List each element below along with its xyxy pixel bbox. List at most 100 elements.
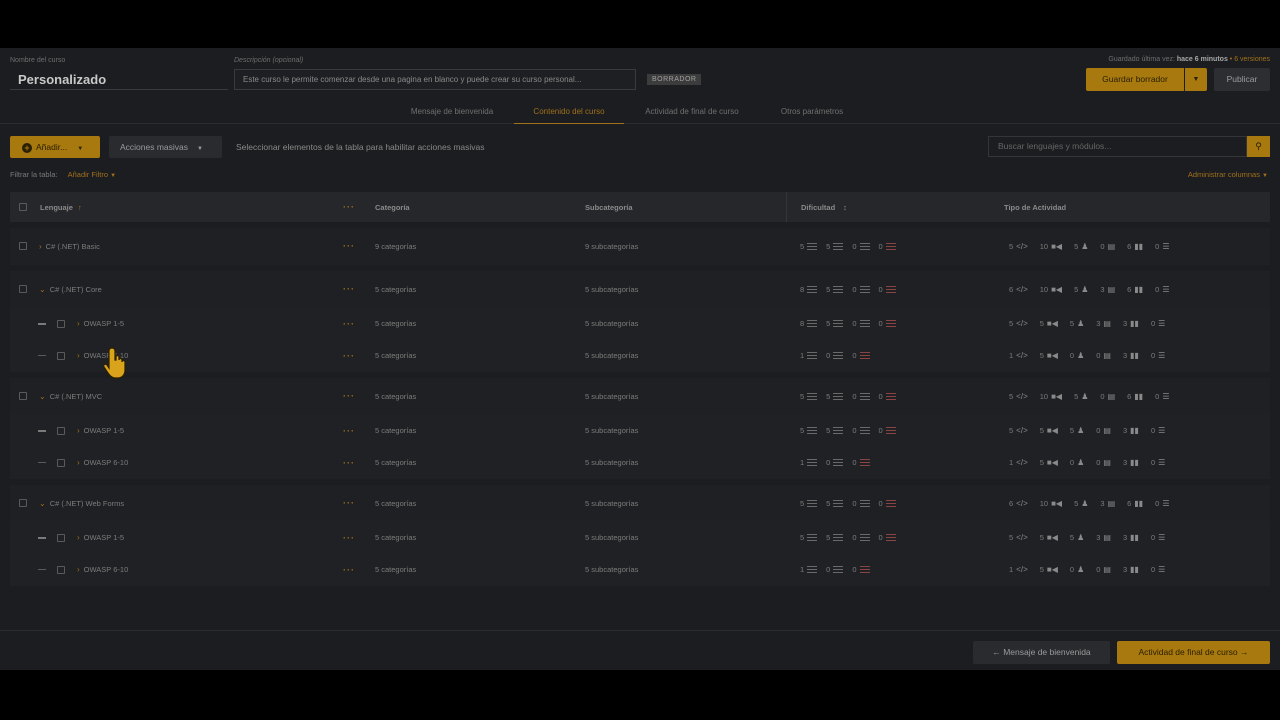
table-row[interactable]: ⌄ C# (.NET) MVC ··· 5 categorías 5 subcatego…	[10, 378, 1270, 415]
column-difficulty[interactable]: Dificultad ↕	[786, 192, 847, 222]
activity-metric: 5 ♟	[1070, 533, 1084, 542]
table-row[interactable]: ⌄ C# (.NET) Core ··· 5 categorías 5 subcateg…	[10, 271, 1270, 308]
row-category: 5 categorías	[375, 498, 417, 508]
select-all-checkbox[interactable]	[19, 192, 27, 222]
chevron-right-icon[interactable]: ›	[77, 426, 80, 435]
row-checkbox[interactable]	[57, 308, 65, 339]
search-button[interactable]: ⚲	[1247, 136, 1270, 157]
activity-metric: 5 </>	[1009, 242, 1028, 251]
save-draft-button[interactable]: Guardar borrador	[1086, 68, 1184, 91]
table-subrow[interactable]: › OWASP 6-10 ··· 5 categorías 5 subcategoría…	[10, 340, 1270, 372]
save-draft-dropdown-button[interactable]: ▼	[1185, 68, 1207, 91]
add-button[interactable]: + Añadir... ▼	[10, 136, 100, 158]
difficulty-count: 5	[800, 533, 805, 542]
content-table: Lenguaje ↑ ··· Categoría Subcategoría Dif…	[10, 192, 1270, 586]
difficulty-metric: 0	[879, 499, 896, 508]
row-menu-button[interactable]: ···	[343, 308, 355, 339]
manage-columns-button[interactable]: Administrar columnas ▼	[1188, 170, 1268, 179]
difficulty-metric: 0	[852, 426, 870, 435]
row-menu-button[interactable]: ···	[343, 228, 355, 264]
chevron-right-icon[interactable]: ›	[77, 565, 80, 574]
difficulty-metric: 0	[879, 426, 896, 435]
difficulty-level-icon	[807, 285, 818, 293]
column-category[interactable]: Categoría	[375, 192, 410, 222]
table-subrow[interactable]: › OWASP 6-10 ··· 5 categorías 5 subcategoría…	[10, 554, 1270, 586]
quiz-icon: ▤	[1103, 426, 1111, 435]
course-name-input[interactable]: Personalizado	[10, 68, 228, 90]
tab-course-content[interactable]: Contenido del curso	[514, 100, 624, 124]
activity-count: 5	[1039, 351, 1044, 360]
row-checkbox[interactable]	[57, 522, 65, 553]
row-checkbox[interactable]	[19, 378, 27, 414]
difficulty-level-icon	[833, 285, 844, 293]
column-activity-type[interactable]: Tipo de Actividad	[1004, 192, 1066, 222]
activity-count: 5	[1039, 458, 1044, 467]
user-icon: ♟	[1077, 458, 1085, 467]
activity-metric: 3 ▮▮	[1123, 458, 1139, 467]
table-subrow[interactable]: › OWASP 1-5 ··· 5 categorías 5 subcategorías…	[10, 522, 1270, 554]
row-menu-button[interactable]: ···	[343, 415, 355, 446]
difficulty-count: 5	[800, 498, 805, 508]
row-menu-button[interactable]: ···	[343, 447, 355, 478]
add-filter-button[interactable]: Añadir Filtro ▼	[68, 170, 116, 179]
row-checkbox[interactable]	[19, 228, 27, 264]
row-menu-button[interactable]: ···	[343, 271, 355, 307]
difficulty-metric: 0	[879, 533, 896, 542]
row-menu-button[interactable]: ···	[343, 378, 355, 414]
difficulty-level-icon	[833, 534, 844, 541]
row-checkbox[interactable]	[57, 447, 65, 478]
tab-welcome[interactable]: Mensaje de bienvenida	[398, 100, 506, 124]
table-subrow[interactable]: › OWASP 6-10 ··· 5 categorías 5 subcategoría…	[10, 447, 1270, 479]
mass-actions-button[interactable]: Acciones masivas ▼	[109, 136, 222, 158]
table-row[interactable]: ⌄ C# (.NET) Web Forms ··· 5 categorías 5 sub…	[10, 485, 1270, 522]
row-checkbox[interactable]	[19, 271, 27, 307]
row-difficulty: 1 0 0	[800, 340, 879, 371]
prev-step-button[interactable]: ← Mensaje de bienvenida	[973, 641, 1110, 664]
row-checkbox[interactable]	[57, 340, 65, 371]
chevron-down-icon[interactable]: ⌄	[39, 392, 46, 401]
row-difficulty: 5 5 0 0	[800, 485, 905, 521]
activity-count: 0	[1150, 533, 1156, 542]
description-input[interactable]: Este curso le permite comenzar desde una…	[234, 69, 636, 90]
row-menu-button[interactable]: ···	[343, 485, 355, 521]
chevron-right-icon[interactable]: ›	[77, 351, 80, 360]
plus-icon: +	[22, 143, 32, 153]
chevron-right-icon[interactable]: ›	[77, 458, 80, 467]
difficulty-metric: 5	[826, 533, 844, 542]
row-name: ⌄ C# (.NET) Core	[35, 271, 102, 307]
chevron-right-icon[interactable]: ›	[39, 242, 42, 251]
row-checkbox[interactable]	[19, 485, 27, 521]
versions-link[interactable]: 6 versiones	[1234, 56, 1270, 63]
chevron-right-icon[interactable]: ›	[77, 319, 80, 328]
tab-other-params[interactable]: Otros parámetros	[762, 100, 862, 124]
column-language[interactable]: Lenguaje ↑	[40, 192, 82, 222]
next-step-button[interactable]: Actividad de final de curso →	[1117, 641, 1270, 664]
publish-button[interactable]: Publicar	[1214, 68, 1270, 91]
row-subcategory: 5 subcategorías	[585, 426, 639, 435]
table-row[interactable]: › C# (.NET) Basic ··· 9 categorías 9 subcate…	[10, 228, 1270, 265]
difficulty-metric: 5	[826, 285, 844, 294]
row-menu-button[interactable]: ···	[343, 340, 355, 371]
row-subcategory: 5 subcategorías	[585, 533, 639, 542]
chevron-right-icon[interactable]: ›	[77, 533, 80, 542]
chevron-down-icon: ▼	[77, 146, 84, 152]
table-subrow[interactable]: › OWASP 1-5 ··· 5 categorías 5 subcategorías…	[10, 415, 1270, 447]
filter-label: Filtrar la tabla:	[10, 170, 58, 179]
column-subcategory[interactable]: Subcategoría	[585, 192, 633, 222]
table-subrow[interactable]: › OWASP 1-5 ··· 5 categorías 5 subcategorías…	[10, 308, 1270, 340]
difficulty-metric: 5	[800, 498, 818, 508]
row-checkbox[interactable]	[57, 554, 65, 585]
activity-metric: 0 ☰	[1155, 499, 1169, 508]
tab-final-activity[interactable]: Actividad de final de curso	[632, 100, 752, 124]
difficulty-count: 0	[826, 458, 831, 467]
difficulty-metric: 0	[852, 565, 870, 574]
row-menu-button[interactable]: ···	[343, 522, 355, 553]
row-menu-button[interactable]: ···	[343, 554, 355, 585]
column-menu-button[interactable]: ···	[343, 192, 355, 222]
row-checkbox[interactable]	[57, 415, 65, 446]
row-name-label: OWASP 6-10	[83, 458, 129, 467]
search-input[interactable]: Buscar lenguajes y módulos...	[988, 136, 1247, 157]
activity-count: 5	[1009, 533, 1014, 542]
chevron-down-icon[interactable]: ⌄	[39, 499, 46, 508]
chevron-down-icon[interactable]: ⌄	[39, 285, 46, 294]
